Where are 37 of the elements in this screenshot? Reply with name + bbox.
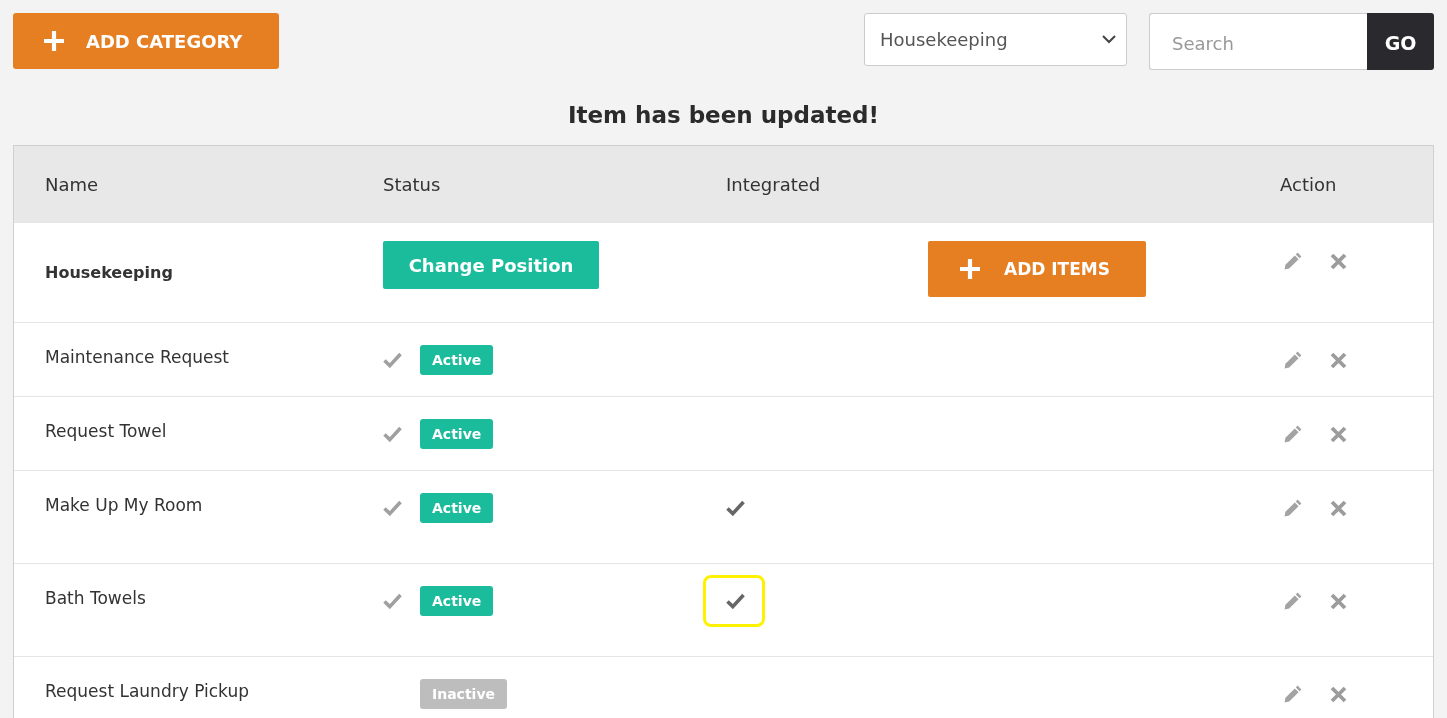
change-position-button[interactable]: Change Position	[383, 241, 599, 289]
pencil-icon[interactable]	[1284, 425, 1302, 443]
column-header: Name	[45, 173, 99, 195]
pencil-icon[interactable]	[1284, 592, 1302, 610]
status-badge: Active	[420, 419, 494, 449]
close-icon[interactable]	[1330, 425, 1347, 443]
status-badge: Inactive	[420, 679, 508, 709]
status-badge: Active	[420, 586, 494, 616]
column-header: Integrated	[726, 173, 821, 195]
plus-icon	[44, 31, 64, 51]
plus-icon	[960, 259, 980, 279]
pencil-icon[interactable]	[1284, 252, 1302, 270]
pencil-icon[interactable]	[1284, 499, 1302, 517]
pencil-icon[interactable]	[1284, 351, 1302, 369]
item-name: Request Laundry Pickup	[45, 680, 249, 703]
chevron-down-icon	[1102, 35, 1116, 44]
category-select[interactable]: Housekeeping	[864, 13, 1127, 66]
status-badge: Active	[420, 345, 494, 375]
column-header: Status	[383, 173, 441, 195]
close-icon[interactable]	[1330, 351, 1347, 369]
add-items-button[interactable]: ADD ITEMS	[928, 241, 1146, 297]
item-name: Maintenance Request	[45, 346, 229, 369]
add-category-button[interactable]: ADD CATEGORY	[13, 13, 279, 69]
status-badge: Active	[420, 493, 494, 523]
item-name: Bath Towels	[45, 587, 146, 610]
search-field[interactable]: Search	[1149, 13, 1367, 70]
category-name: Housekeeping	[45, 263, 173, 282]
column-header: Action	[1280, 173, 1337, 195]
item-name: Make Up My Room	[45, 494, 203, 517]
close-icon[interactable]	[1330, 685, 1347, 703]
pencil-icon[interactable]	[1284, 685, 1302, 703]
close-icon[interactable]	[1330, 252, 1347, 270]
item-name: Request Towel	[45, 420, 167, 443]
close-icon[interactable]	[1330, 592, 1347, 610]
close-icon[interactable]	[1330, 499, 1347, 517]
success-message: Item has been updated!	[567, 101, 880, 130]
go-button[interactable]: GO	[1367, 13, 1434, 70]
